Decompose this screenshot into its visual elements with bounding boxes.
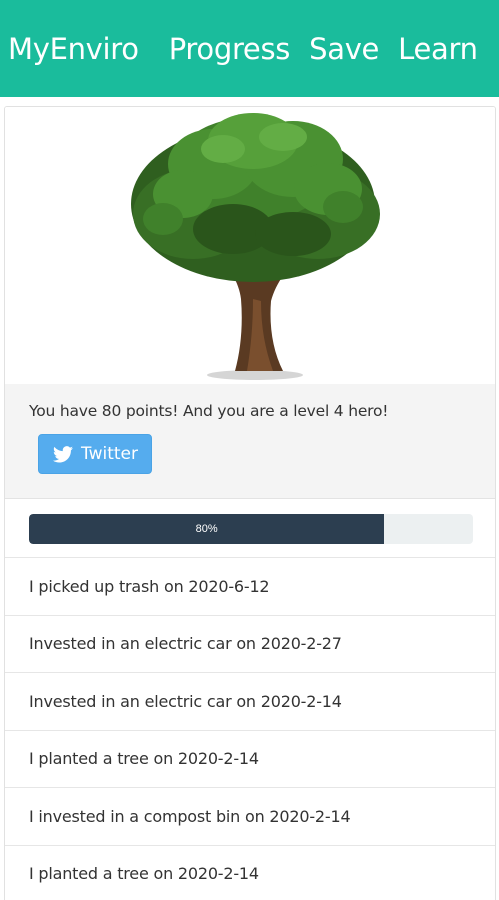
points-message: You have 80 points! And you are a level … — [29, 402, 389, 420]
twitter-share-button[interactable]: Twitter — [38, 434, 152, 474]
nav-link-save[interactable]: Save — [309, 32, 379, 66]
nav-link-learn[interactable]: Learn — [398, 32, 478, 66]
nav-brand[interactable]: MyEnviro — [8, 32, 139, 66]
progress-card: You have 80 points! And you are a level … — [4, 106, 496, 900]
progress-bar-fill: 80% — [29, 514, 385, 544]
list-item[interactable]: I picked up trash on 2020-6-12 — [5, 558, 495, 616]
tree-image-area — [5, 107, 495, 384]
list-item[interactable]: I planted a tree on 2020-2-14 — [5, 731, 495, 788]
nav-link-progress[interactable]: Progress — [169, 32, 291, 66]
progress-label: 80% — [195, 523, 218, 535]
progress-section: 80% — [5, 499, 495, 558]
twitter-button-label: Twitter — [81, 444, 138, 464]
twitter-icon — [53, 445, 73, 462]
list-item[interactable]: I invested in a compost bin on 2020-2-14 — [5, 788, 495, 846]
navbar: MyEnviro Progress Save Learn — [0, 0, 499, 97]
list-item[interactable]: I planted a tree on 2020-2-14 — [5, 846, 495, 900]
list-item[interactable]: Invested in an electric car on 2020-2-14 — [5, 673, 495, 731]
status-panel: You have 80 points! And you are a level … — [5, 384, 495, 499]
activity-list: I picked up trash on 2020-6-12 Invested i… — [5, 558, 495, 900]
progress-bar: 80% — [29, 514, 473, 544]
list-item[interactable]: Invested in an electric car on 2020-2-27 — [5, 616, 495, 673]
tree-illustration — [131, 113, 380, 380]
